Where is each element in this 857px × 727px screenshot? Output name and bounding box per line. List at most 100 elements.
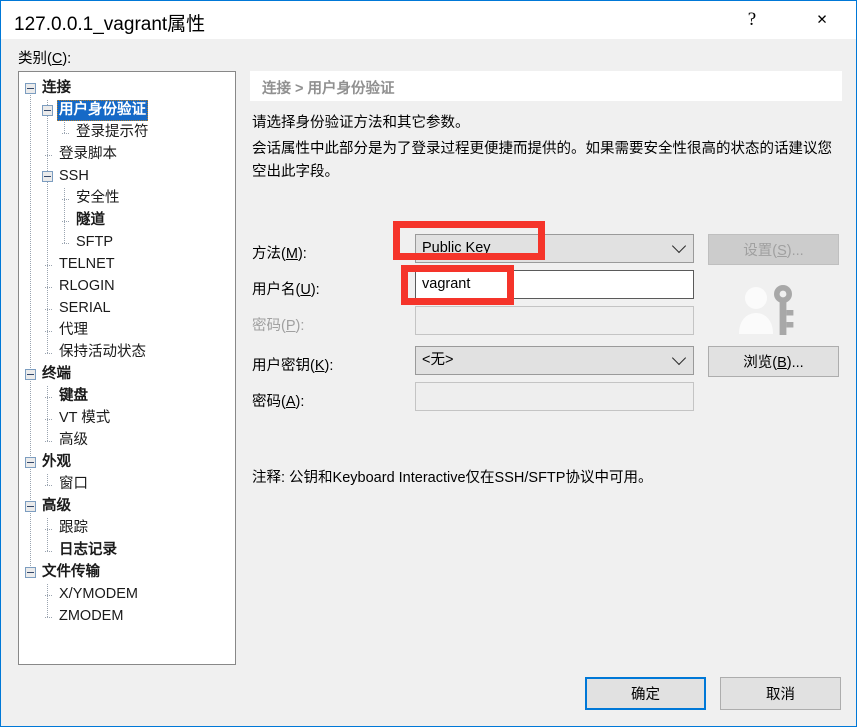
tree-item[interactable]: X/YMODEM — [19, 584, 235, 606]
tree-item[interactable]: SFTP — [19, 232, 235, 254]
tree-collapse-icon[interactable] — [25, 457, 36, 468]
tree-item[interactable]: 日志记录 — [19, 540, 235, 562]
method-value: Public Key — [422, 240, 491, 256]
tree-item[interactable]: 终端 — [19, 364, 235, 386]
user-key-icon — [739, 285, 794, 335]
password-a-label-pre: 密码( — [252, 394, 286, 410]
tree-item-label: 高级 — [42, 498, 71, 514]
tree-item[interactable]: TELNET — [19, 254, 235, 276]
browse-button-label-post: )... — [786, 355, 804, 371]
tree-item[interactable]: 高级 — [19, 496, 235, 518]
tree-item-label: 跟踪 — [59, 520, 88, 536]
browse-button[interactable]: 浏览(B)... — [708, 346, 839, 377]
tree-item[interactable]: SERIAL — [19, 298, 235, 320]
settings-button[interactable]: 设置(S)... — [708, 234, 839, 265]
username-label-pre: 用户名( — [252, 282, 301, 298]
tree-item-label: 键盘 — [59, 388, 88, 404]
tree-item[interactable]: 连接 — [19, 78, 235, 100]
tree-item[interactable]: 隧道 — [19, 210, 235, 232]
chevron-down-icon — [671, 235, 687, 262]
settings-button-label-pre: 设置( — [743, 243, 778, 259]
tree-item[interactable]: 代理 — [19, 320, 235, 342]
tree-item-label: RLOGIN — [59, 278, 115, 294]
browse-button-label-pre: 浏览( — [743, 355, 778, 371]
tree-connector — [45, 485, 53, 486]
password-a-label-accel: A — [285, 394, 296, 410]
help-button[interactable]: ? — [729, 1, 775, 38]
tree-item-label: X/YMODEM — [59, 586, 138, 602]
tree-connector — [45, 331, 53, 332]
tree-item[interactable]: 登录提示符 — [19, 122, 235, 144]
tree-item-label: 用户身份验证 — [57, 100, 148, 121]
tree-item[interactable]: 安全性 — [19, 188, 235, 210]
tree-item[interactable]: VT 模式 — [19, 408, 235, 430]
userkey-label-pre: 用户密钥( — [252, 358, 315, 374]
question-mark-icon: ? — [747, 8, 757, 30]
username-label-accel: U — [300, 282, 311, 298]
tree-item-label: SFTP — [76, 234, 114, 250]
tree-connector — [45, 309, 53, 310]
tree-item-label: TELNET — [59, 256, 115, 272]
tree-collapse-icon[interactable] — [42, 171, 53, 182]
tree-connector — [45, 595, 53, 596]
tree-item[interactable]: 保持活动状态 — [19, 342, 235, 364]
password-p-label-pre: 密码( — [252, 318, 286, 334]
browse-button-accel: B — [777, 355, 787, 371]
tree-item-label: 高级 — [59, 432, 88, 448]
category-tree[interactable]: 连接用户身份验证 登录提示符 登录脚本 SSH 安全性隧道 SFTP TELNET RLOGI… — [18, 71, 236, 665]
tree-connector — [45, 551, 53, 552]
window-title: 127.0.0.1_vagrant属性 — [14, 14, 206, 35]
tree-connector — [62, 221, 70, 222]
tree-item[interactable]: 跟踪 — [19, 518, 235, 540]
password-a-label: 密码(A): — [252, 390, 304, 411]
tree-item-selected[interactable]: 用户身份验证 — [19, 100, 235, 122]
cancel-button[interactable]: 取消 — [720, 677, 841, 710]
tree-item[interactable]: 登录脚本 — [19, 144, 235, 166]
close-button[interactable]: ✕ — [799, 1, 845, 38]
breadcrumb: 连接 > 用户身份验证 — [262, 81, 395, 97]
password-p-label-post: ): — [295, 318, 305, 334]
tree-item[interactable]: RLOGIN — [19, 276, 235, 298]
category-label-accel: C — [51, 51, 63, 67]
tree-collapse-icon[interactable] — [25, 369, 36, 380]
userkey-dropdown[interactable]: <无> — [415, 346, 694, 375]
tree-item-label: SSH — [59, 168, 89, 184]
tree-item-label: 日志记录 — [59, 542, 117, 558]
method-dropdown[interactable]: Public Key — [415, 234, 694, 263]
tree-item[interactable]: 外观 — [19, 452, 235, 474]
tree-item[interactable]: SSH — [19, 166, 235, 188]
tree-item[interactable]: ZMODEM — [19, 606, 235, 628]
tree-connector — [45, 529, 53, 530]
tree-collapse-icon[interactable] — [42, 105, 53, 116]
description-primary: 请选择身份验证方法和其它参数。 — [252, 115, 470, 131]
username-input[interactable]: vagrant — [415, 270, 694, 299]
tree-item[interactable]: 文件传输 — [19, 562, 235, 584]
chevron-down-icon — [671, 347, 687, 374]
tree-item-label: 代理 — [59, 322, 88, 338]
tree-collapse-icon[interactable] — [25, 567, 36, 578]
username-label-post: ): — [310, 282, 320, 298]
tree-item-label: 文件传输 — [42, 564, 100, 580]
note-text: 注释: 公钥和Keyboard Interactive仅在SSH/SFTP协议中… — [252, 470, 653, 486]
tree-connector — [45, 287, 53, 288]
tree-item-label: 连接 — [42, 80, 71, 96]
breadcrumb-bar: 连接 > 用户身份验证 — [250, 71, 842, 101]
tree-item-label: 隧道 — [76, 212, 105, 228]
tree-item[interactable]: 键盘 — [19, 386, 235, 408]
category-label: 类别(C): — [18, 47, 71, 68]
tree-collapse-icon[interactable] — [25, 501, 36, 512]
tree-item-label: 保持活动状态 — [59, 344, 146, 360]
password-p-input[interactable] — [415, 306, 694, 335]
tree-item[interactable]: 窗口 — [19, 474, 235, 496]
password-a-input[interactable] — [415, 382, 694, 411]
tree-collapse-icon[interactable] — [25, 83, 36, 94]
category-label-pre: 类别( — [18, 51, 52, 67]
tree-connector — [45, 397, 53, 398]
userkey-label-accel: K — [314, 358, 325, 374]
tree-connector — [62, 133, 70, 134]
tree-item[interactable]: 高级 — [19, 430, 235, 452]
tree-item-label: 外观 — [42, 454, 71, 470]
ok-button[interactable]: 确定 — [585, 677, 706, 710]
username-value: vagrant — [422, 276, 471, 292]
tree-item-label: SERIAL — [59, 300, 111, 316]
